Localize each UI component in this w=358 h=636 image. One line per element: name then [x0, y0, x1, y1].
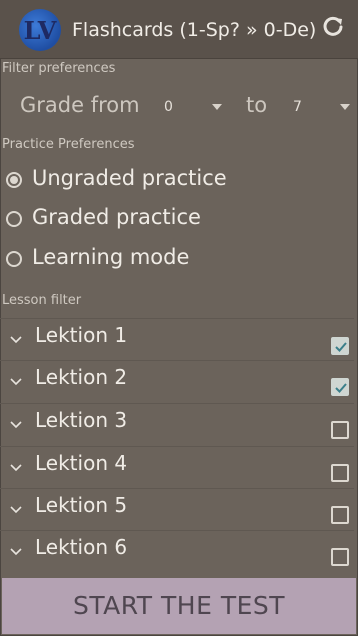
lesson-label: Lektion 5 [35, 493, 128, 517]
lesson-label: Lektion 3 [35, 408, 128, 432]
lesson-label: Lektion 4 [35, 451, 128, 475]
lesson-label: Lektion 2 [35, 365, 128, 389]
chevron-down-icon[interactable] [9, 460, 23, 474]
lesson-checkbox[interactable] [331, 378, 349, 396]
lesson-checkbox[interactable] [331, 548, 349, 566]
lesson-checkbox[interactable] [331, 464, 349, 482]
lesson-row[interactable]: Lektion 6 [0, 530, 354, 573]
lesson-row[interactable]: Lektion 2 [0, 360, 354, 403]
radio-button[interactable] [6, 172, 22, 188]
radio-button[interactable] [6, 251, 22, 267]
chevron-down-icon[interactable] [9, 332, 23, 346]
refresh-icon[interactable] [320, 14, 346, 40]
dropdown-caret-icon [340, 104, 350, 110]
radio-button[interactable] [6, 211, 22, 227]
dropdown-caret-icon [212, 104, 222, 110]
lesson-row[interactable]: Lektion 3 [0, 403, 354, 446]
radio-label: Graded practice [32, 205, 201, 229]
chevron-down-icon[interactable] [9, 374, 23, 388]
lesson-row[interactable]: Lektion 5 [0, 488, 354, 531]
lesson-row[interactable]: Lektion 1 [0, 318, 354, 361]
title-bar: LV Flashcards (1-Sp? » 0-De) [0, 0, 358, 59]
chevron-down-icon[interactable] [9, 502, 23, 516]
radio-label: Learning mode [32, 245, 190, 269]
lesson-row[interactable]: Lektion 4 [0, 446, 354, 489]
grade-to-value: 7 [293, 99, 302, 115]
lesson-section-label: Lesson filter [2, 293, 82, 308]
grade-from-label: Grade from [20, 93, 140, 117]
app-logo[interactable]: LV [19, 9, 61, 51]
chevron-down-icon[interactable] [9, 544, 23, 558]
practice-section-label: Practice Preferences [2, 137, 135, 152]
logo-text: LV [23, 16, 57, 45]
chevron-down-icon[interactable] [9, 417, 23, 431]
radio-label: Ungraded practice [32, 166, 227, 190]
page-title: Flashcards (1-Sp? » 0-De) [72, 19, 317, 41]
lesson-checkbox[interactable] [331, 337, 349, 355]
grade-from-value: 0 [164, 99, 173, 115]
lesson-checkbox[interactable] [331, 506, 349, 524]
lesson-label: Lektion 1 [35, 323, 128, 347]
lesson-label: Lektion 6 [35, 535, 128, 559]
lesson-checkbox[interactable] [331, 421, 349, 439]
start-test-button[interactable]: START THE TEST [2, 578, 356, 634]
grade-to-label: to [246, 93, 268, 117]
filter-section-label: Filter preferences [2, 61, 116, 76]
